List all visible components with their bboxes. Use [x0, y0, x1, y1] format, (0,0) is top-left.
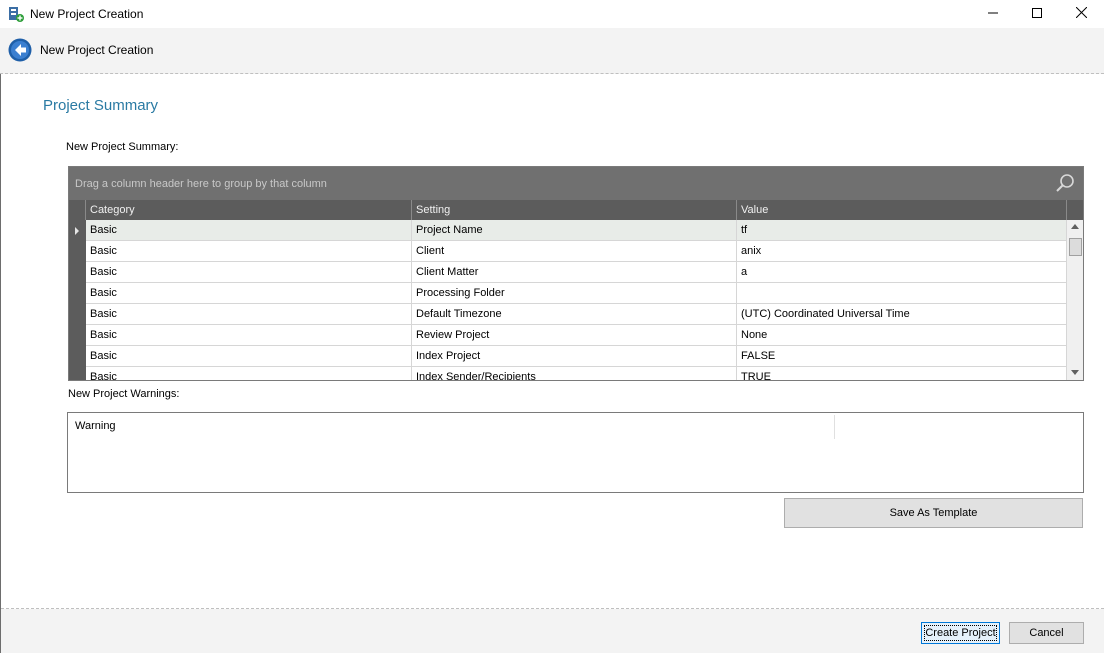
row-indicator[interactable] — [69, 241, 86, 262]
row-indicator[interactable] — [69, 304, 86, 325]
row-indicator[interactable] — [69, 325, 86, 346]
row-indicator[interactable] — [69, 346, 86, 367]
table-row[interactable]: Basic Review Project None — [69, 325, 1067, 346]
table-row[interactable]: Basic Project Name tf — [69, 220, 1067, 241]
page-title: Project Summary — [43, 97, 159, 114]
row-indicator[interactable] — [69, 367, 86, 380]
app-icon — [8, 6, 24, 22]
table-row[interactable]: Basic Client anix — [69, 241, 1067, 262]
wizard-header: New Project Creation — [0, 28, 1104, 74]
grid-vertical-scrollbar[interactable] — [1067, 220, 1083, 380]
cell-value[interactable]: (UTC) Coordinated Universal Time — [737, 304, 1067, 325]
cell-setting[interactable]: Index Project — [412, 346, 737, 367]
group-panel-hint: Drag a column header here to group by th… — [75, 178, 327, 190]
cell-category[interactable]: Basic — [86, 346, 412, 367]
cell-setting[interactable]: Review Project — [412, 325, 737, 346]
title-bar: New Project Creation — [0, 0, 1104, 28]
warnings-grid: Warning — [67, 412, 1084, 493]
window-left-edge — [0, 0, 1, 653]
cell-category[interactable]: Basic — [86, 241, 412, 262]
cell-value[interactable]: TRUE — [737, 367, 1067, 380]
minimize-button[interactable] — [970, 0, 1016, 28]
row-indicator[interactable] — [69, 220, 86, 241]
warnings-label: New Project Warnings: — [68, 388, 180, 400]
grid-column-headers: Category Setting Value — [69, 200, 1083, 220]
table-row[interactable]: Basic Index Project FALSE — [69, 346, 1067, 367]
cell-value[interactable]: a — [737, 262, 1067, 283]
cell-category[interactable]: Basic — [86, 220, 412, 241]
warning-column-divider — [834, 415, 835, 439]
scroll-down-icon[interactable] — [1071, 370, 1079, 375]
table-row[interactable]: Basic Index Sender/Recipients TRUE — [69, 367, 1067, 380]
cell-value[interactable]: FALSE — [737, 346, 1067, 367]
close-icon — [1075, 6, 1087, 21]
cell-value[interactable] — [737, 283, 1067, 304]
column-header-category[interactable]: Category — [86, 200, 412, 220]
table-row[interactable]: Basic Processing Folder — [69, 283, 1067, 304]
cell-category[interactable]: Basic — [86, 367, 412, 380]
save-as-template-button[interactable]: Save As Template — [784, 498, 1083, 528]
cell-category[interactable]: Basic — [86, 262, 412, 283]
scroll-thumb[interactable] — [1069, 238, 1082, 256]
table-row[interactable]: Basic Default Timezone (UTC) Coordinated U… — [69, 304, 1067, 325]
cell-setting[interactable]: Processing Folder — [412, 283, 737, 304]
minimize-icon — [988, 7, 998, 21]
cancel-button[interactable]: Cancel — [1009, 622, 1084, 644]
cell-value[interactable]: tf — [737, 220, 1067, 241]
column-header-setting[interactable]: Setting — [412, 200, 737, 220]
current-row-arrow-icon — [75, 227, 79, 235]
back-arrow-icon[interactable] — [8, 38, 32, 62]
warning-column-header[interactable]: Warning — [75, 420, 116, 432]
maximize-button[interactable] — [1014, 0, 1060, 28]
cell-setting[interactable]: Default Timezone — [412, 304, 737, 325]
row-indicator-header — [69, 200, 86, 220]
summary-grid: Drag a column header here to group by th… — [68, 166, 1084, 381]
summary-label: New Project Summary: — [66, 141, 179, 153]
group-by-panel[interactable]: Drag a column header here to group by th… — [69, 167, 1083, 200]
cell-category[interactable]: Basic — [86, 283, 412, 304]
create-project-button[interactable]: Create Project — [921, 622, 1000, 644]
column-header-value[interactable]: Value — [737, 200, 1067, 220]
search-icon[interactable] — [1055, 173, 1075, 193]
header-title: New Project Creation — [40, 43, 154, 57]
row-indicator[interactable] — [69, 262, 86, 283]
cell-value[interactable]: anix — [737, 241, 1067, 262]
scroll-up-icon[interactable] — [1071, 224, 1079, 229]
cell-category[interactable]: Basic — [86, 325, 412, 346]
cell-value[interactable]: None — [737, 325, 1067, 346]
grid-rows: Basic Project Name tf Basic Client anix Basic C… — [69, 220, 1083, 380]
table-row[interactable]: Basic Client Matter a — [69, 262, 1067, 283]
cell-setting[interactable]: Index Sender/Recipients — [412, 367, 737, 380]
cell-setting[interactable]: Project Name — [412, 220, 737, 241]
maximize-icon — [1032, 7, 1042, 21]
cell-category[interactable]: Basic — [86, 304, 412, 325]
window-title: New Project Creation — [30, 7, 144, 21]
cell-setting[interactable]: Client — [412, 241, 737, 262]
row-indicator[interactable] — [69, 283, 86, 304]
cell-setting[interactable]: Client Matter — [412, 262, 737, 283]
close-button[interactable] — [1058, 0, 1104, 28]
